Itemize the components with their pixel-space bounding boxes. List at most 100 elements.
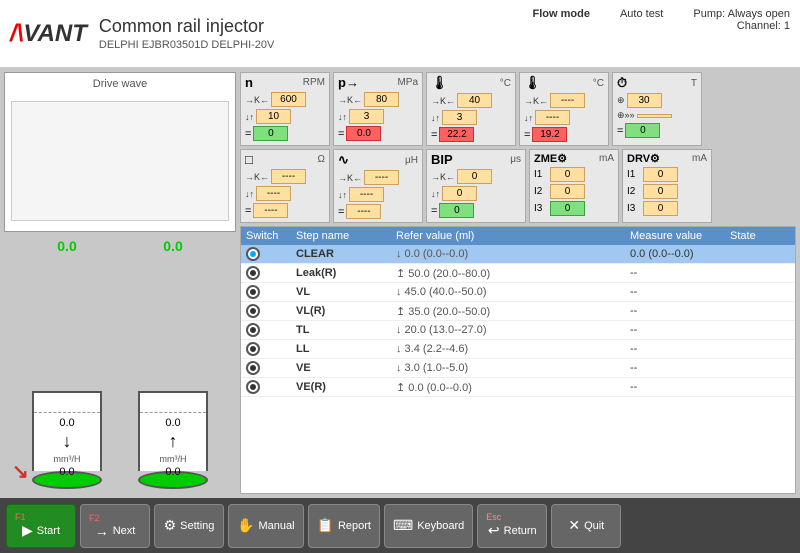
- t1-val2[interactable]: 3: [442, 110, 477, 125]
- timer-val2: [637, 114, 672, 118]
- keyboard-button[interactable]: ⌨ Keyboard: [384, 504, 473, 548]
- table-row[interactable]: TL ↓ 20.0 (13.0--27.0) --: [241, 321, 795, 340]
- th-state: State: [730, 230, 790, 242]
- row-name-ve: VE: [296, 362, 396, 374]
- row-refer-ver: ↥ 0.0 (0.0--0.0): [396, 381, 630, 394]
- quit-button[interactable]: ✕ Quit: [551, 504, 621, 548]
- control-n: n RPM →K←600 ↓↑10 =0: [240, 72, 330, 146]
- t1-val3: 22.2: [439, 127, 474, 142]
- return-button[interactable]: Esc ↩ Return: [477, 504, 547, 548]
- bip-arrow1: →K←: [431, 172, 455, 182]
- left-panel: Drive wave 0.0 0.0 0.0 ↓ mm³/H: [0, 68, 240, 498]
- bip-arrow2: ↓↑: [431, 189, 440, 199]
- t1-eq: =: [431, 129, 437, 141]
- table-header: Switch Step name Refer value (ml) Measur…: [241, 227, 795, 245]
- drv-i3-val[interactable]: 0: [643, 201, 678, 216]
- drv-i2-val[interactable]: 0: [643, 184, 678, 199]
- n-val1[interactable]: 600: [271, 92, 306, 107]
- res-val3: ----: [253, 203, 288, 218]
- control-timer: ⏱ T ⊕30 ⊕»» =0: [612, 72, 702, 146]
- row-radio-ver[interactable]: [246, 380, 260, 394]
- f2-label: F2: [89, 513, 100, 523]
- row-refer-clear: ↓ 0.0 (0.0--0.0): [396, 248, 630, 260]
- row-radio-vl[interactable]: [246, 285, 260, 299]
- row-name-leak: Leak(R): [296, 267, 396, 279]
- p-val1[interactable]: 80: [364, 92, 399, 107]
- row-name-ver: VE(R): [296, 381, 396, 393]
- row-measure-tl: --: [630, 324, 730, 336]
- drv-i2-label: I2: [627, 186, 641, 197]
- row-radio-ve[interactable]: [246, 361, 260, 375]
- timer-val3: 0: [625, 123, 660, 138]
- table-row[interactable]: CLEAR ↓ 0.0 (0.0--0.0) 0.0 (0.0--0.0): [241, 245, 795, 264]
- quit-label: Quit: [584, 520, 604, 532]
- report-button[interactable]: 📋 Report: [308, 504, 380, 548]
- table-row[interactable]: Leak(R) ↥ 50.0 (20.0--80.0) --: [241, 264, 795, 283]
- table-row[interactable]: VL ↓ 45.0 (40.0--50.0) --: [241, 283, 795, 302]
- row-measure-ll: --: [630, 343, 730, 355]
- cylinder-1: 0.0 ↓ mm³/H 0.0: [27, 391, 107, 489]
- timer-eq: =: [617, 125, 623, 137]
- bip-val2[interactable]: 0: [442, 186, 477, 201]
- cylinders-display: 0.0 ↓ mm³/H 0.0 0.0 ↑: [4, 256, 236, 494]
- control-ind: ∿ μH →K←---- ↓↑---- =----: [333, 149, 423, 223]
- logo: /\VANT: [10, 20, 87, 48]
- f1-label: F1: [15, 512, 26, 522]
- t2-arrow2: ↓↑: [524, 113, 533, 123]
- return-icon: ↩: [488, 522, 500, 539]
- manual-icon: ✋: [237, 517, 254, 534]
- row-radio-ll[interactable]: [246, 342, 260, 356]
- t1-arrow2: ↓↑: [431, 113, 440, 123]
- cyl1-unit: mm³/H: [54, 454, 81, 464]
- timer-val1[interactable]: 30: [627, 93, 662, 108]
- next-icon: →: [95, 523, 109, 539]
- zme-i2-label: I2: [534, 186, 548, 197]
- header: /\VANT Common rail injector DELPHI EJBR0…: [0, 0, 800, 68]
- res-val1: ----: [271, 169, 306, 184]
- zme-i3-val: 0: [550, 201, 585, 216]
- row-radio-clear[interactable]: [246, 247, 260, 261]
- table-row[interactable]: VE(R) ↥ 0.0 (0.0--0.0) --: [241, 378, 795, 397]
- row-radio-tl[interactable]: [246, 323, 260, 337]
- row-refer-tl: ↓ 20.0 (13.0--27.0): [396, 324, 630, 336]
- setting-icon: ⚙: [164, 517, 177, 534]
- start-button[interactable]: F1 ▶ Start: [6, 504, 76, 548]
- ind-val1: ----: [364, 170, 399, 185]
- return-label: Return: [504, 525, 537, 537]
- zme-i1-val[interactable]: 0: [550, 167, 585, 182]
- row-radio-leak[interactable]: [246, 266, 260, 280]
- control-res: □ Ω →K←---- ↓↑---- =----: [240, 149, 330, 223]
- next-button[interactable]: F2 → Next: [80, 504, 150, 548]
- bip-val1[interactable]: 0: [457, 169, 492, 184]
- setting-button[interactable]: ⚙ Setting: [154, 504, 224, 548]
- row-name-ll: LL: [296, 343, 396, 355]
- n-eq: =: [245, 128, 251, 140]
- control-drv: DRV⚙ mA I10 I20 I30: [622, 149, 712, 223]
- drv-unit: mA: [692, 153, 707, 164]
- p-val2[interactable]: 3: [349, 109, 384, 124]
- drv-i1-label: I1: [627, 169, 641, 180]
- t1-val1[interactable]: 40: [457, 93, 492, 108]
- keyboard-icon: ⌨: [393, 517, 413, 534]
- cyl2-bottom: 0.0: [165, 466, 180, 478]
- n-val3: 0: [253, 126, 288, 141]
- p-arrow2: ↓↑: [338, 112, 347, 122]
- table-row[interactable]: VE ↓ 3.0 (1.0--5.0) --: [241, 359, 795, 378]
- n-arrow1: →K←: [245, 95, 269, 105]
- drv-i1-val[interactable]: 0: [643, 167, 678, 182]
- row-refer-leak: ↥ 50.0 (20.0--80.0): [396, 267, 630, 280]
- table-row[interactable]: LL ↓ 3.4 (2.2--4.6) --: [241, 340, 795, 359]
- zme-i2-val[interactable]: 0: [550, 184, 585, 199]
- manual-button[interactable]: ✋ Manual: [228, 504, 304, 548]
- row-radio-vlr[interactable]: [246, 304, 260, 318]
- control-row-2: □ Ω →K←---- ↓↑---- =---- ∿ μH →K←---- ↓↑…: [240, 149, 796, 223]
- ind-val2: ----: [349, 187, 384, 202]
- table-row[interactable]: VL(R) ↥ 35.0 (20.0--50.0) --: [241, 302, 795, 321]
- res-val2: ----: [256, 186, 291, 201]
- n-val2[interactable]: 10: [256, 109, 291, 124]
- report-icon: 📋: [317, 517, 334, 534]
- res-arrow1: →K←: [245, 172, 269, 182]
- t2-eq: =: [524, 129, 530, 141]
- cyl2-top-value: 0.0: [163, 238, 182, 254]
- cyl-top-values: 0.0 0.0: [4, 236, 236, 256]
